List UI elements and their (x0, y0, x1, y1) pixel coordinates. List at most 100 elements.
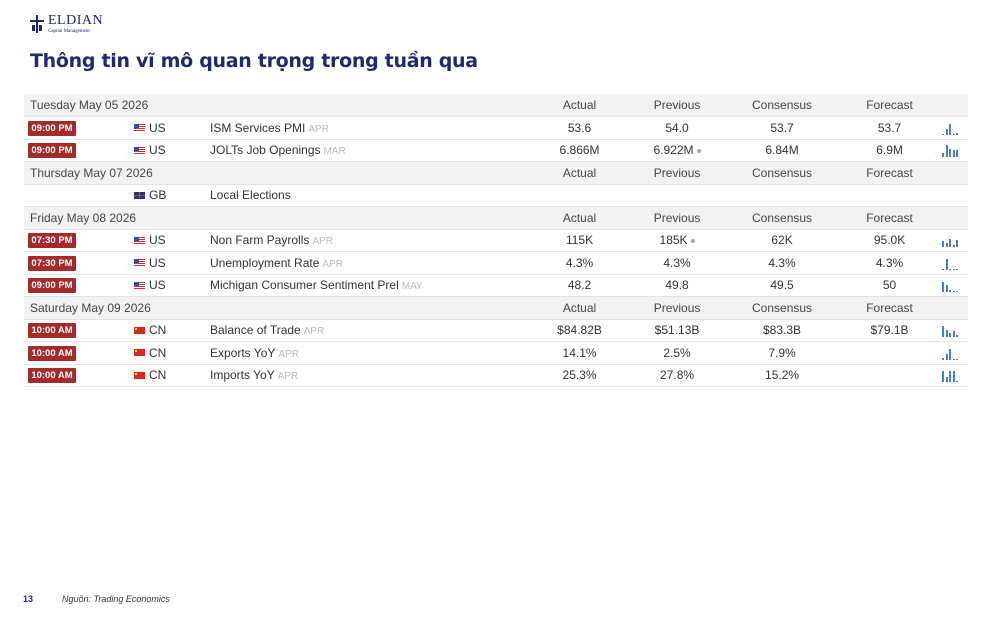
event-chart-cell[interactable] (942, 229, 969, 252)
event-row[interactable]: 10:00 AM CN Imports YoY APR 25.3% 27.8% 15.2% (24, 364, 969, 387)
event-name-link[interactable]: Unemployment Rate (210, 256, 319, 270)
event-forecast (837, 364, 943, 387)
cn-flag-icon (134, 371, 145, 379)
chart-header-cell (942, 296, 969, 320)
sparkline-chart-icon[interactable] (942, 348, 962, 360)
sparkline-bar (956, 291, 959, 293)
event-forecast: 95.0K (837, 229, 943, 252)
sparkline-bar (945, 330, 948, 338)
event-row[interactable]: 09:00 PM US JOLTs Job Openings MAR 6.866M 6.9… (24, 139, 969, 162)
chart-header-cell (942, 161, 969, 185)
event-time-cell: 09:00 PM (24, 274, 134, 297)
actual-header: Actual (532, 94, 628, 117)
event-consensus: $83.3B (727, 319, 838, 342)
event-name-link[interactable]: JOLTs Job Openings (210, 143, 321, 157)
event-country-cell: GB (134, 184, 210, 207)
event-name-link[interactable]: Local Elections (210, 188, 291, 202)
event-reference-period: APR (303, 326, 325, 338)
event-consensus: 6.84M (727, 139, 838, 162)
event-row[interactable]: 07:30 PM US Non Farm Payrolls APR 115K 185K 62… (24, 229, 969, 252)
event-actual: 115K (532, 229, 628, 252)
sparkline-chart-icon[interactable] (942, 258, 962, 270)
previous-header: Previous (627, 161, 728, 185)
event-row[interactable]: 09:00 PM US ISM Services PMI APR 53.6 54.0 53.… (24, 116, 969, 140)
cn-flag-icon (134, 326, 145, 334)
event-row[interactable]: 10:00 AM CN Exports YoY APR 14.1% 2.5% 7.9% (24, 341, 969, 365)
event-previous: 185K (659, 233, 688, 248)
day-header-row: Tuesday May 05 2026 Actual Previous Consens… (24, 94, 969, 117)
event-name-cell[interactable]: JOLTs Job Openings MAR (210, 139, 533, 162)
event-forecast: $79.1B (837, 319, 943, 342)
sparkline-bar (952, 268, 955, 270)
event-country: US (149, 278, 166, 293)
sparkline-chart-icon[interactable] (942, 235, 962, 248)
event-chart-cell[interactable] (942, 116, 969, 140)
sparkline-bar (942, 282, 945, 293)
event-name-cell[interactable]: Unemployment Rate APR (210, 251, 533, 275)
sparkline-chart-icon[interactable] (942, 123, 962, 135)
sparkline-bar (942, 357, 945, 360)
sparkline-bar (956, 132, 959, 135)
event-chart-cell[interactable] (942, 319, 969, 342)
event-previous: 4.3% (663, 255, 691, 270)
event-previous: 49.8 (665, 278, 689, 293)
day-header-row: Friday May 08 2026 Actual Previous Consensu… (24, 206, 969, 230)
event-previous: 54.0 (665, 120, 689, 135)
consensus-header: Consensus (727, 296, 838, 320)
event-chart-cell[interactable] (942, 341, 969, 365)
event-time-cell: 10:00 AM (24, 319, 134, 342)
day-date: Tuesday May 05 2026 (24, 94, 533, 117)
event-row[interactable]: 07:30 PM US Unemployment Rate APR 4.3% 4.3% 4.… (24, 251, 969, 275)
event-name-link[interactable]: Non Farm Payrolls (210, 233, 309, 247)
event-name-cell[interactable]: Exports YoY APR (210, 341, 533, 365)
sparkline-chart-icon[interactable] (942, 145, 962, 158)
event-name-link[interactable]: Exports YoY (210, 346, 275, 360)
event-row[interactable]: 09:00 PM US Michigan Consumer Sentiment Pr… (24, 274, 969, 297)
sparkline-bar (952, 150, 955, 158)
sparkline-bar (949, 268, 952, 270)
event-chart-cell[interactable] (942, 139, 969, 162)
consensus-header: Consensus (727, 206, 838, 230)
event-time-badge: 07:30 PM (28, 255, 76, 271)
event-name-link[interactable]: Michigan Consumer Sentiment Prel (210, 278, 399, 292)
event-actual (532, 184, 628, 207)
event-row[interactable]: GB Local Elections (24, 184, 969, 207)
event-name-link[interactable]: Imports YoY (210, 368, 275, 382)
event-time-badge: 07:30 PM (28, 233, 76, 249)
us-flag-icon (134, 146, 145, 154)
event-name-link[interactable]: Balance of Trade (210, 323, 301, 337)
sparkline-bar (942, 241, 945, 248)
event-actual: 6.866M (532, 139, 628, 162)
event-time-cell (24, 184, 134, 207)
sparkline-chart-icon[interactable] (942, 280, 962, 293)
day-date: Saturday May 09 2026 (24, 296, 533, 320)
event-country: US (149, 120, 166, 135)
event-chart-cell[interactable] (942, 274, 969, 297)
event-actual: 4.3% (532, 251, 628, 275)
sparkline-bar (952, 371, 955, 383)
event-chart-cell[interactable] (942, 251, 969, 275)
sparkline-bar (945, 353, 948, 360)
event-name-cell[interactable]: Imports YoY APR (210, 364, 533, 387)
eldian-logo-mark-icon (30, 15, 44, 33)
event-name-link[interactable]: ISM Services PMI (210, 121, 305, 135)
sparkline-bar (956, 268, 959, 270)
event-country-cell: CN (134, 341, 210, 365)
event-name-cell[interactable]: ISM Services PMI APR (210, 116, 533, 140)
event-name-cell[interactable]: Local Elections (210, 184, 533, 207)
event-reference-period: APR (308, 123, 329, 135)
brand-subtitle: Capital Management (48, 29, 90, 34)
sparkline-bar (952, 358, 955, 360)
chart-header-cell (942, 206, 969, 230)
page-title: Thông tin vĩ mô quan trọng trong tuần qu… (30, 50, 478, 72)
sparkline-bar (949, 348, 952, 360)
event-row[interactable]: 10:00 AM CN Balance of Trade APR $84.82B $51.… (24, 319, 969, 342)
event-chart-cell[interactable] (942, 184, 969, 207)
sparkline-bar (945, 243, 948, 248)
event-name-cell[interactable]: Non Farm Payrolls APR (210, 229, 533, 252)
event-chart-cell[interactable] (942, 364, 969, 387)
sparkline-chart-icon[interactable] (942, 370, 962, 383)
sparkline-chart-icon[interactable] (942, 325, 962, 338)
event-name-cell[interactable]: Michigan Consumer Sentiment Prel MAY (210, 274, 533, 297)
event-name-cell[interactable]: Balance of Trade APR (210, 319, 533, 342)
